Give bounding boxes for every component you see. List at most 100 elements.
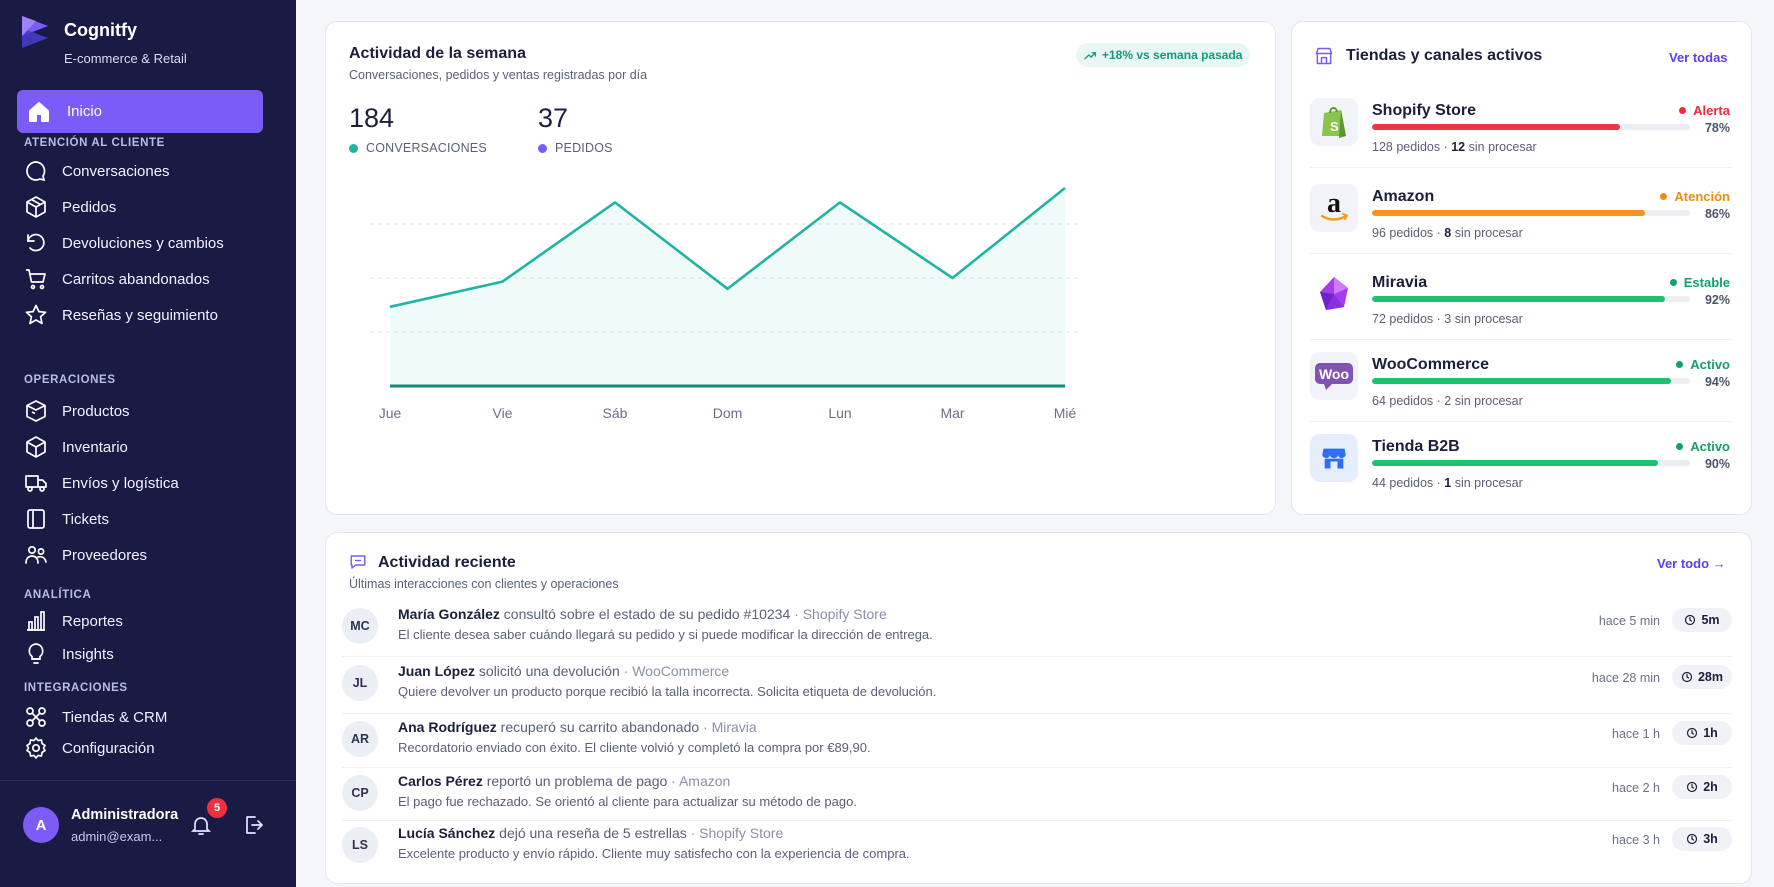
miravia-logo-icon xyxy=(1310,270,1358,318)
sidebar-item-reportes[interactable]: Reportes xyxy=(24,608,274,634)
x-tick-label: Mié xyxy=(1054,405,1077,421)
activity-chat-icon xyxy=(350,555,366,569)
clock-icon xyxy=(1687,727,1698,739)
view-all-stores-link[interactable]: Ver todas xyxy=(1669,50,1728,65)
sidebar-item-inventario[interactable]: Inventario xyxy=(24,434,274,460)
kpi-pedidos-value: 37 xyxy=(538,103,569,133)
sidebar-item-inicio[interactable]: Inicio xyxy=(17,90,263,133)
store-row[interactable]: Woo WooCommerce Activo 94% 64 pedidos · … xyxy=(1310,352,1730,422)
store-status: Activo xyxy=(1676,439,1730,454)
truck-icon xyxy=(25,475,47,492)
activity-user: Juan López xyxy=(398,663,476,679)
sidebar-item-label: Carritos abandonados xyxy=(62,270,210,288)
bell-icon[interactable] xyxy=(189,813,213,837)
store-name: Amazon xyxy=(1372,188,1435,205)
activity-row[interactable]: MC María González consultó sobre el esta… xyxy=(342,602,1732,654)
sidebar-item-label: Proveedores xyxy=(62,546,148,564)
sidebar-item-tiendas-crm[interactable]: Tiendas & CRM xyxy=(24,704,274,730)
sidebar-divider xyxy=(0,780,296,781)
sidebar-item-label: Conversaciones xyxy=(62,162,170,180)
user-email: admin@exam... xyxy=(71,829,163,844)
activity-user: Lucía Sánchez xyxy=(398,825,496,841)
pending-count: 12 xyxy=(1451,140,1466,154)
divider xyxy=(342,713,1732,714)
sidebar-item-conversaciones[interactable]: Conversaciones xyxy=(24,158,274,184)
avatar: MC xyxy=(342,608,378,644)
store-row[interactable]: a Amazon Atención 86% 96 pedidos · 8 sin… xyxy=(1310,184,1730,254)
sidebar-item-label: Pedidos xyxy=(62,198,117,216)
sidebar-item-carritos[interactable]: Carritos abandonados xyxy=(24,266,274,292)
integrations-icon xyxy=(26,707,46,727)
store-row[interactable]: Tienda B2B Activo 90% 44 pedidos · 1 sin… xyxy=(1310,434,1730,504)
kpi-conversaciones-label: CONVERSACIONES xyxy=(349,141,487,155)
status-text: Activo xyxy=(1690,357,1730,372)
sidebar-item-label: Reportes xyxy=(62,612,123,630)
sidebar-item-pedidos[interactable]: Pedidos xyxy=(24,194,274,220)
activity-row[interactable]: LS Lucía Sánchez dejó una reseña de 5 es… xyxy=(342,821,1732,873)
kpi-label-text: PEDIDOS xyxy=(555,141,613,155)
bar-chart-icon xyxy=(27,611,45,631)
store-status: Atención xyxy=(1660,189,1730,204)
weekly-activity-chart: Jue Vie Sáb Dom Lun Mar Mié xyxy=(370,186,1080,421)
view-all-activity-link[interactable]: Ver todo → xyxy=(1657,556,1726,571)
store-progress-bar xyxy=(1372,296,1690,302)
orders-text: 96 pedidos · xyxy=(1372,226,1445,240)
package-icon xyxy=(26,400,46,422)
home-icon xyxy=(29,101,49,122)
activity-row[interactable]: AR Ana Rodríguez recuperó su carrito aba… xyxy=(342,715,1732,767)
shopify-logo-icon: S xyxy=(1310,98,1358,146)
store-meta: 44 pedidos · 1 sin procesar xyxy=(1372,476,1523,490)
user-avatar[interactable]: A xyxy=(23,807,59,843)
activity-time-ago: hace 3 h xyxy=(1612,833,1660,847)
avatar: AR xyxy=(342,721,378,757)
orders-text: 72 pedidos · 3 sin procesar xyxy=(1372,312,1523,326)
activity-time-ago: hace 28 min xyxy=(1591,671,1660,685)
logout-icon[interactable] xyxy=(241,813,265,837)
sidebar-item-tickets[interactable]: Tickets xyxy=(24,506,274,532)
clock-icon xyxy=(1685,614,1696,626)
divider xyxy=(1310,339,1732,340)
store-progress-fill xyxy=(1372,210,1646,216)
store-name: Miravia xyxy=(1372,274,1428,291)
sidebar-item-productos[interactable]: Productos xyxy=(24,398,274,424)
activity-row[interactable]: JL Juan López solicitó una devolución · … xyxy=(342,659,1732,711)
store-row[interactable]: S Shopify Store Alerta 78% 128 pedidos ·… xyxy=(1310,98,1730,168)
store-percentage: 92% xyxy=(1704,293,1730,307)
orders-text: 64 pedidos · 2 sin procesar xyxy=(1372,394,1523,408)
sidebar: Cognitfy E-commerce & Retail Inicio ATEN… xyxy=(0,0,296,887)
divider xyxy=(1310,253,1732,254)
status-dot xyxy=(1676,361,1684,368)
activity-row[interactable]: CP Carlos Pérez reportó un problema de p… xyxy=(342,769,1732,821)
clock-icon xyxy=(1687,833,1698,845)
sidebar-item-label: Envíos y logística xyxy=(62,474,179,492)
sidebar-item-insights[interactable]: Insights xyxy=(24,641,274,667)
sidebar-item-devoluciones[interactable]: Devoluciones y cambios xyxy=(24,230,274,256)
svg-text:Woo: Woo xyxy=(1319,366,1349,382)
status-dot xyxy=(1660,193,1668,200)
store-percentage: 86% xyxy=(1704,207,1730,221)
x-tick-label: Jue xyxy=(379,405,402,421)
sidebar-item-envios[interactable]: Envíos y logística xyxy=(24,470,274,496)
store-row[interactable]: Miravia Estable 92% 72 pedidos · 3 sin p… xyxy=(1310,270,1730,340)
store-progress-bar xyxy=(1372,460,1690,466)
store-status: Estable xyxy=(1669,275,1730,290)
avatar: JL xyxy=(342,665,378,701)
amazon-logo-icon: a xyxy=(1310,184,1358,232)
legend-dot xyxy=(349,143,358,153)
nav-section-title: ATENCIÓN AL CLIENTE xyxy=(24,137,165,149)
activity-time-chip: 28m xyxy=(1672,665,1732,689)
legend-dot xyxy=(538,143,547,153)
nav-section-title: OPERACIONES xyxy=(24,374,116,386)
activity-source: · Shopify Store xyxy=(686,825,784,841)
lightbulb-icon xyxy=(28,643,44,664)
activity-detail: Excelente producto y envío rápido. Clien… xyxy=(398,846,910,861)
brand[interactable]: Cognitfy E-commerce & Retail xyxy=(18,14,187,66)
sidebar-item-configuracion[interactable]: Configuración xyxy=(24,735,274,761)
status-dot xyxy=(1679,107,1687,114)
status-text: Activo xyxy=(1690,439,1730,454)
sidebar-item-resenas[interactable]: Reseñas y seguimiento xyxy=(24,302,274,328)
cart-icon xyxy=(26,269,46,290)
sidebar-item-label: Tiendas & CRM xyxy=(62,708,168,726)
sidebar-item-proveedores[interactable]: Proveedores xyxy=(24,542,274,568)
status-text: Atención xyxy=(1674,189,1730,204)
